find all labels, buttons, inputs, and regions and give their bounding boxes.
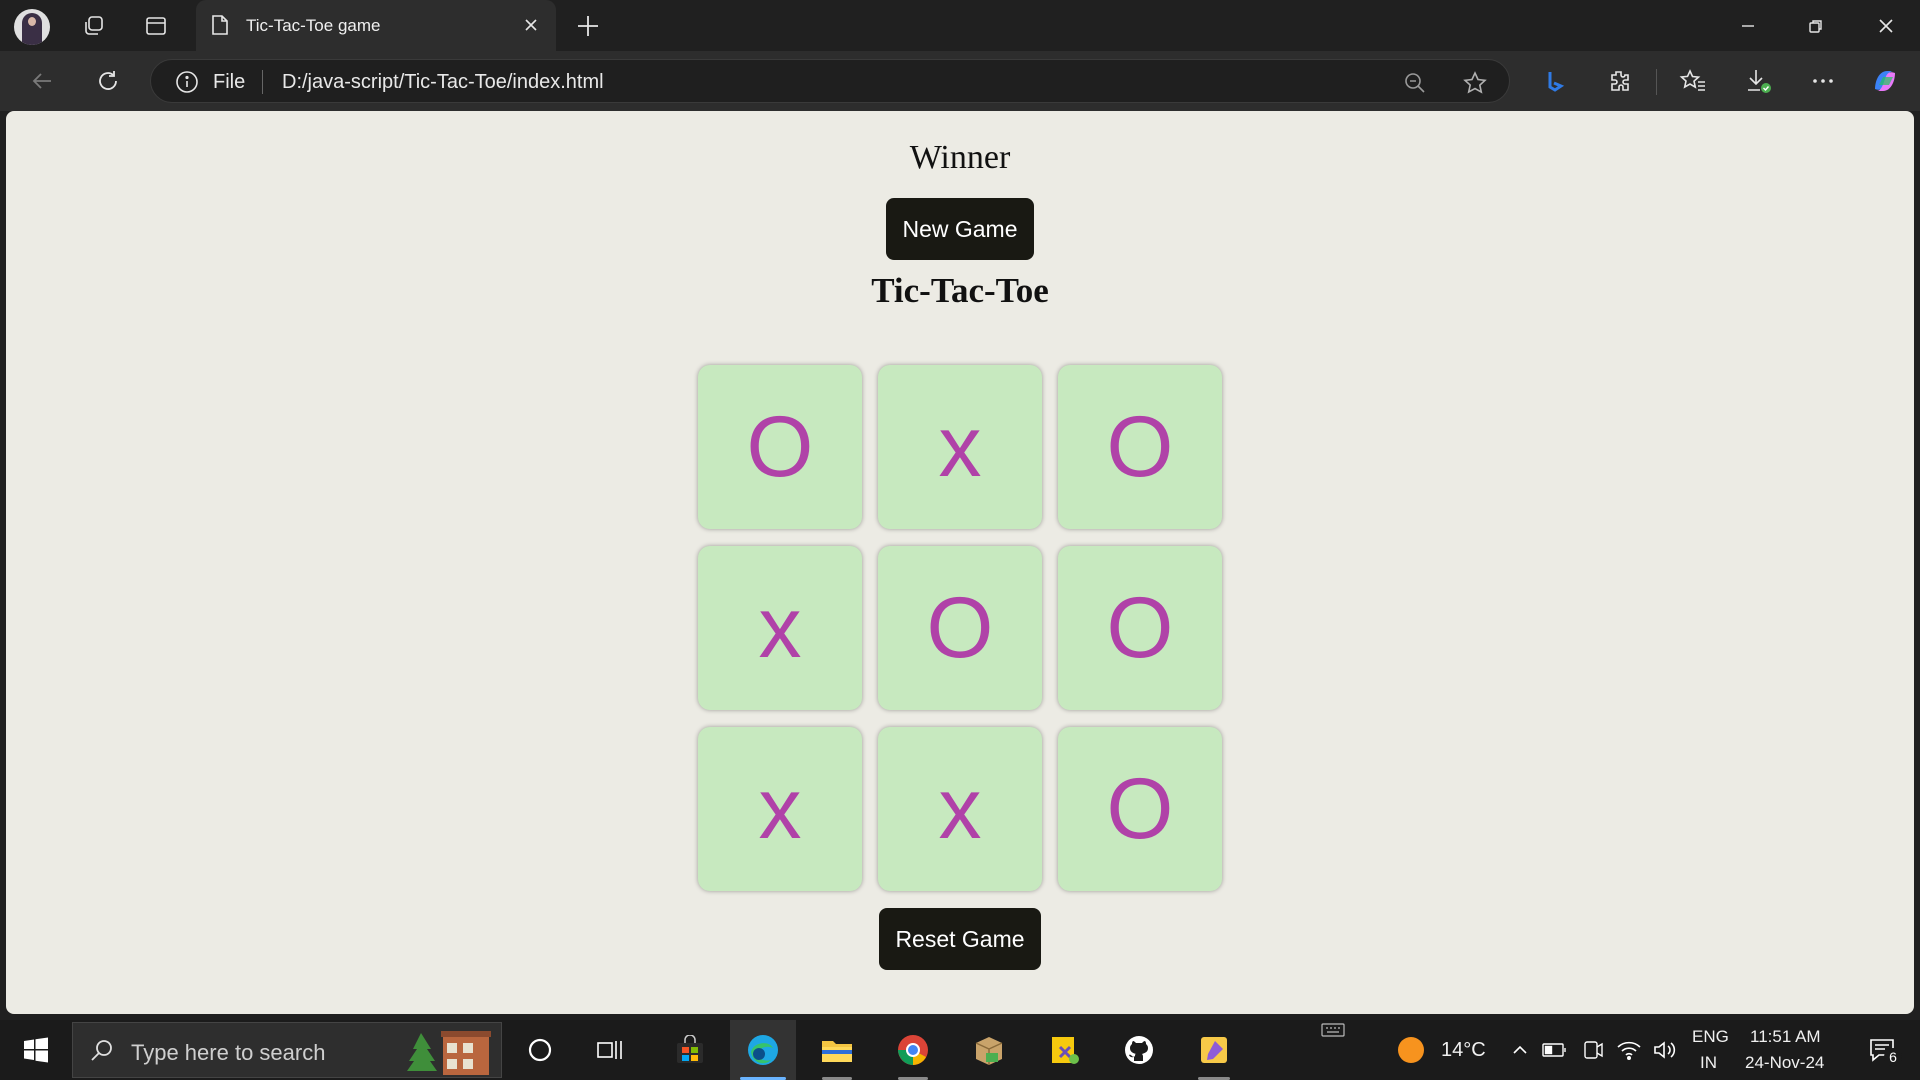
profile-avatar[interactable]	[14, 9, 50, 45]
address-scheme: File	[213, 71, 246, 93]
browser-titlebar: Tic-Tac-Toe game	[0, 0, 1920, 51]
game-title: Tic-Tac-Toe	[871, 271, 1049, 310]
address-divider	[262, 70, 263, 94]
extensions-icon[interactable]	[1602, 64, 1636, 98]
package-app-icon[interactable]	[960, 1020, 1018, 1080]
board-cell[interactable]: x	[698, 546, 862, 710]
reset-game-button[interactable]: Reset Game	[879, 908, 1041, 970]
favorite-star-icon[interactable]	[1461, 69, 1489, 97]
toolbar-divider	[1656, 69, 1657, 95]
task-view-icon[interactable]	[590, 1020, 630, 1080]
workspaces-icon[interactable]	[76, 0, 112, 51]
touch-keyboard-icon[interactable]	[1318, 1010, 1348, 1050]
close-window-icon[interactable]	[1852, 0, 1920, 51]
volume-icon[interactable]	[1650, 1020, 1680, 1080]
language-code[interactable]: ENG	[1692, 1027, 1729, 1047]
board-cell[interactable]: O	[1058, 546, 1222, 710]
restore-icon[interactable]	[1782, 0, 1850, 51]
cortana-icon[interactable]	[520, 1020, 560, 1080]
taskbar-search-box[interactable]: Type here to search	[72, 1022, 502, 1078]
tab-tic-tac-toe[interactable]: Tic-Tac-Toe game	[196, 0, 556, 51]
chrome-icon[interactable]	[884, 1020, 942, 1080]
address-url[interactable]: D:/java-script/Tic-Tac-Toe/index.html	[282, 71, 604, 94]
bing-icon[interactable]	[1538, 64, 1572, 98]
battery-icon[interactable]	[1540, 1020, 1570, 1080]
board-cell[interactable]: O	[878, 546, 1042, 710]
sticky-notes-icon[interactable]	[1184, 1020, 1244, 1080]
windows-taskbar: Type here to search 14°C ENG IN 11:51 AM…	[0, 1020, 1920, 1080]
tab-title: Tic-Tac-Toe game	[246, 16, 381, 35]
language-region[interactable]: IN	[1700, 1053, 1717, 1073]
notification-count-badge: 6	[1884, 1048, 1902, 1066]
meet-now-icon[interactable]	[1578, 1020, 1608, 1080]
page-viewport: Winner New Game Tic-Tac-Toe O x O x O O …	[6, 111, 1914, 1014]
site-info-icon[interactable]	[175, 70, 199, 99]
new-tab-icon[interactable]	[574, 12, 602, 40]
chevron-up-icon[interactable]	[1506, 1020, 1534, 1080]
game-board: O x O x O O x x O	[698, 365, 1230, 897]
more-options-icon[interactable]	[1806, 64, 1840, 98]
weather-sun-icon[interactable]	[1394, 1020, 1428, 1080]
downloads-icon[interactable]	[1742, 64, 1776, 98]
board-cell[interactable]: x	[878, 365, 1042, 529]
vertical-tabs-icon[interactable]	[138, 0, 174, 51]
refresh-icon[interactable]	[90, 63, 126, 99]
page-icon	[210, 14, 230, 41]
zoom-out-icon[interactable]	[1401, 69, 1429, 97]
weather-temperature[interactable]: 14°C	[1441, 1039, 1486, 1062]
file-explorer-icon[interactable]	[808, 1020, 866, 1080]
search-placeholder: Type here to search	[131, 1040, 326, 1065]
minimize-icon[interactable]	[1714, 0, 1782, 51]
board-cell[interactable]: O	[698, 365, 862, 529]
browser-toolbar: File D:/java-script/Tic-Tac-Toe/index.ht…	[0, 51, 1920, 111]
search-icon	[89, 1037, 115, 1068]
clock-date[interactable]: 24-Nov-24	[1745, 1053, 1824, 1073]
wifi-icon[interactable]	[1614, 1020, 1644, 1080]
board-cell[interactable]: O	[1058, 365, 1222, 529]
sticky-tools-icon[interactable]	[1036, 1020, 1094, 1080]
board-cell[interactable]: O	[1058, 727, 1222, 891]
tab-close-icon[interactable]	[518, 12, 544, 38]
start-windows-icon[interactable]	[14, 1020, 58, 1080]
winner-message: Winner	[909, 139, 1011, 176]
notification-center-icon[interactable]: 6	[1860, 1020, 1904, 1080]
copilot-icon[interactable]	[1868, 64, 1902, 98]
edge-taskbar-icon[interactable]	[730, 1020, 796, 1080]
github-icon[interactable]	[1110, 1020, 1168, 1080]
favorites-icon[interactable]	[1676, 64, 1710, 98]
board-cell[interactable]: x	[698, 727, 862, 891]
board-cell[interactable]: x	[878, 727, 1042, 891]
new-game-button[interactable]: New Game	[886, 198, 1034, 260]
clock-time[interactable]: 11:51 AM	[1750, 1027, 1821, 1047]
microsoft-store-icon[interactable]	[668, 1020, 712, 1080]
back-icon[interactable]	[24, 63, 60, 99]
address-bar[interactable]: File D:/java-script/Tic-Tac-Toe/index.ht…	[150, 59, 1510, 103]
search-highlight-icon	[403, 1029, 493, 1075]
